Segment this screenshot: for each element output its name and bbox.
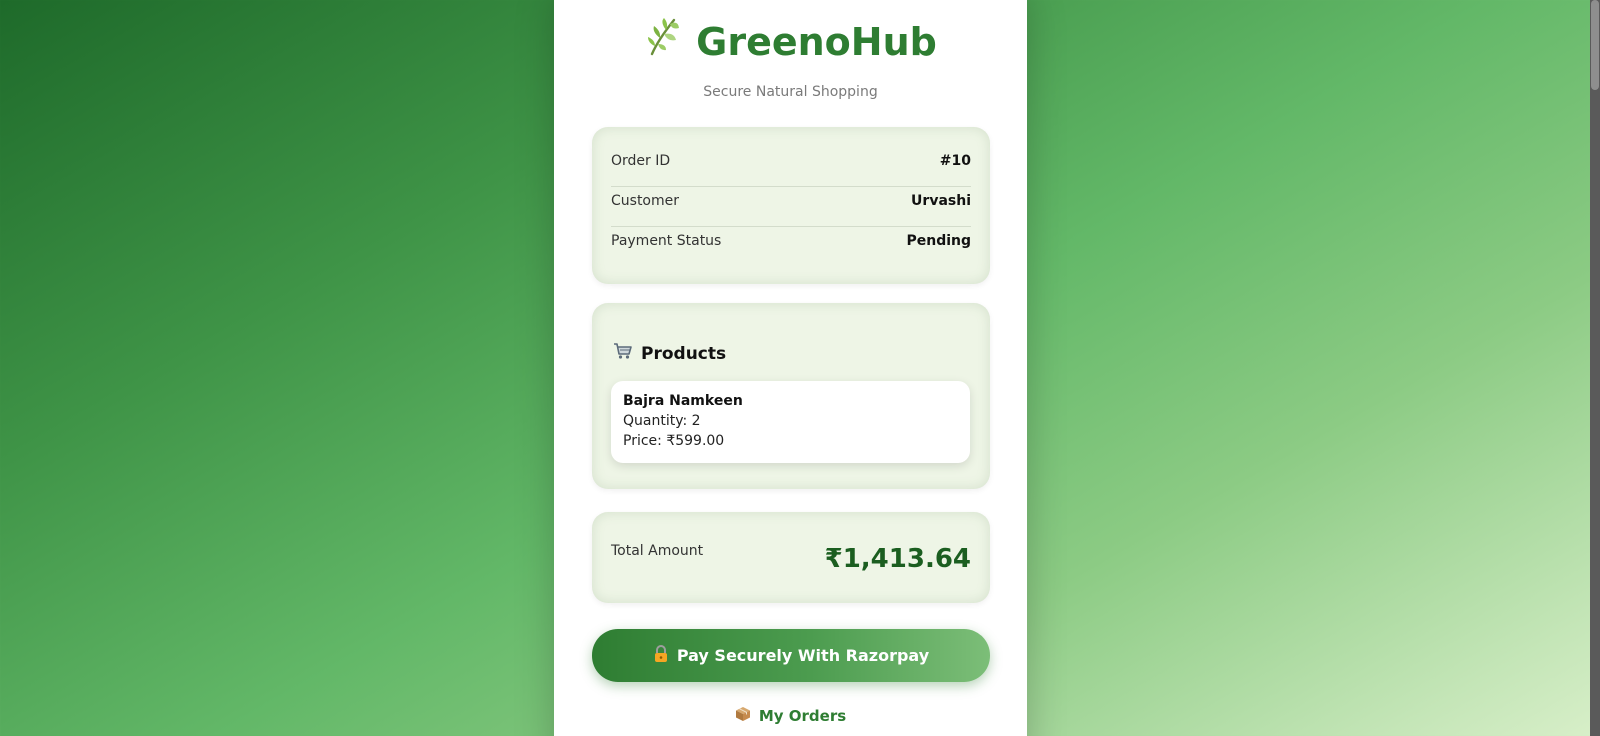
pay-button-label: Pay Securely With Razorpay: [676, 646, 930, 665]
total-value: ₹1,413.64: [824, 544, 971, 574]
order-info-panel: Order ID #10 Customer Urvashi Payment St…: [592, 127, 990, 284]
payment-status-value: Pending: [906, 233, 971, 249]
products-panel: Products Bajra Namkeen Quantity: 2 Price…: [592, 303, 990, 489]
customer-label: Customer: [611, 193, 680, 209]
payment-status-row: Payment Status Pending: [611, 221, 971, 261]
total-panel: Total Amount ₹1,413.64: [592, 512, 990, 603]
products-title: Products: [641, 343, 727, 364]
my-orders-link[interactable]: My Orders: [554, 706, 1027, 726]
payment-status-label: Payment Status: [611, 233, 722, 249]
customer-value: Urvashi: [911, 193, 971, 209]
checkout-card: GreenoHub Secure Natural Shopping Order …: [554, 0, 1027, 736]
product-price: Price: ₹599.00: [623, 433, 725, 449]
brand-name: GreenoHub: [696, 20, 937, 64]
order-id-value: #10: [939, 153, 971, 169]
customer-row: Customer Urvashi: [611, 181, 971, 221]
package-box-icon: [735, 706, 751, 726]
shopping-cart-icon: [613, 342, 633, 365]
lock-icon: [653, 644, 669, 667]
pay-razorpay-button[interactable]: Pay Securely With Razorpay: [592, 629, 990, 682]
herb-leaf-icon: [644, 16, 682, 67]
product-quantity: Quantity: 2: [623, 413, 701, 429]
brand-subtitle: Secure Natural Shopping: [703, 84, 878, 100]
scrollbar-thumb[interactable]: [1591, 0, 1599, 90]
order-id-label: Order ID: [611, 153, 671, 169]
product-name: Bajra Namkeen: [623, 393, 743, 409]
my-orders-label: My Orders: [758, 707, 847, 725]
product-item: Bajra Namkeen Quantity: 2 Price: ₹599.00: [611, 381, 970, 463]
products-heading: Products: [613, 342, 726, 365]
window-edge-scrollbar[interactable]: [1590, 0, 1600, 736]
order-id-row: Order ID #10: [611, 141, 971, 181]
brand-header: GreenoHub: [554, 18, 1027, 67]
total-label: Total Amount: [611, 543, 704, 559]
